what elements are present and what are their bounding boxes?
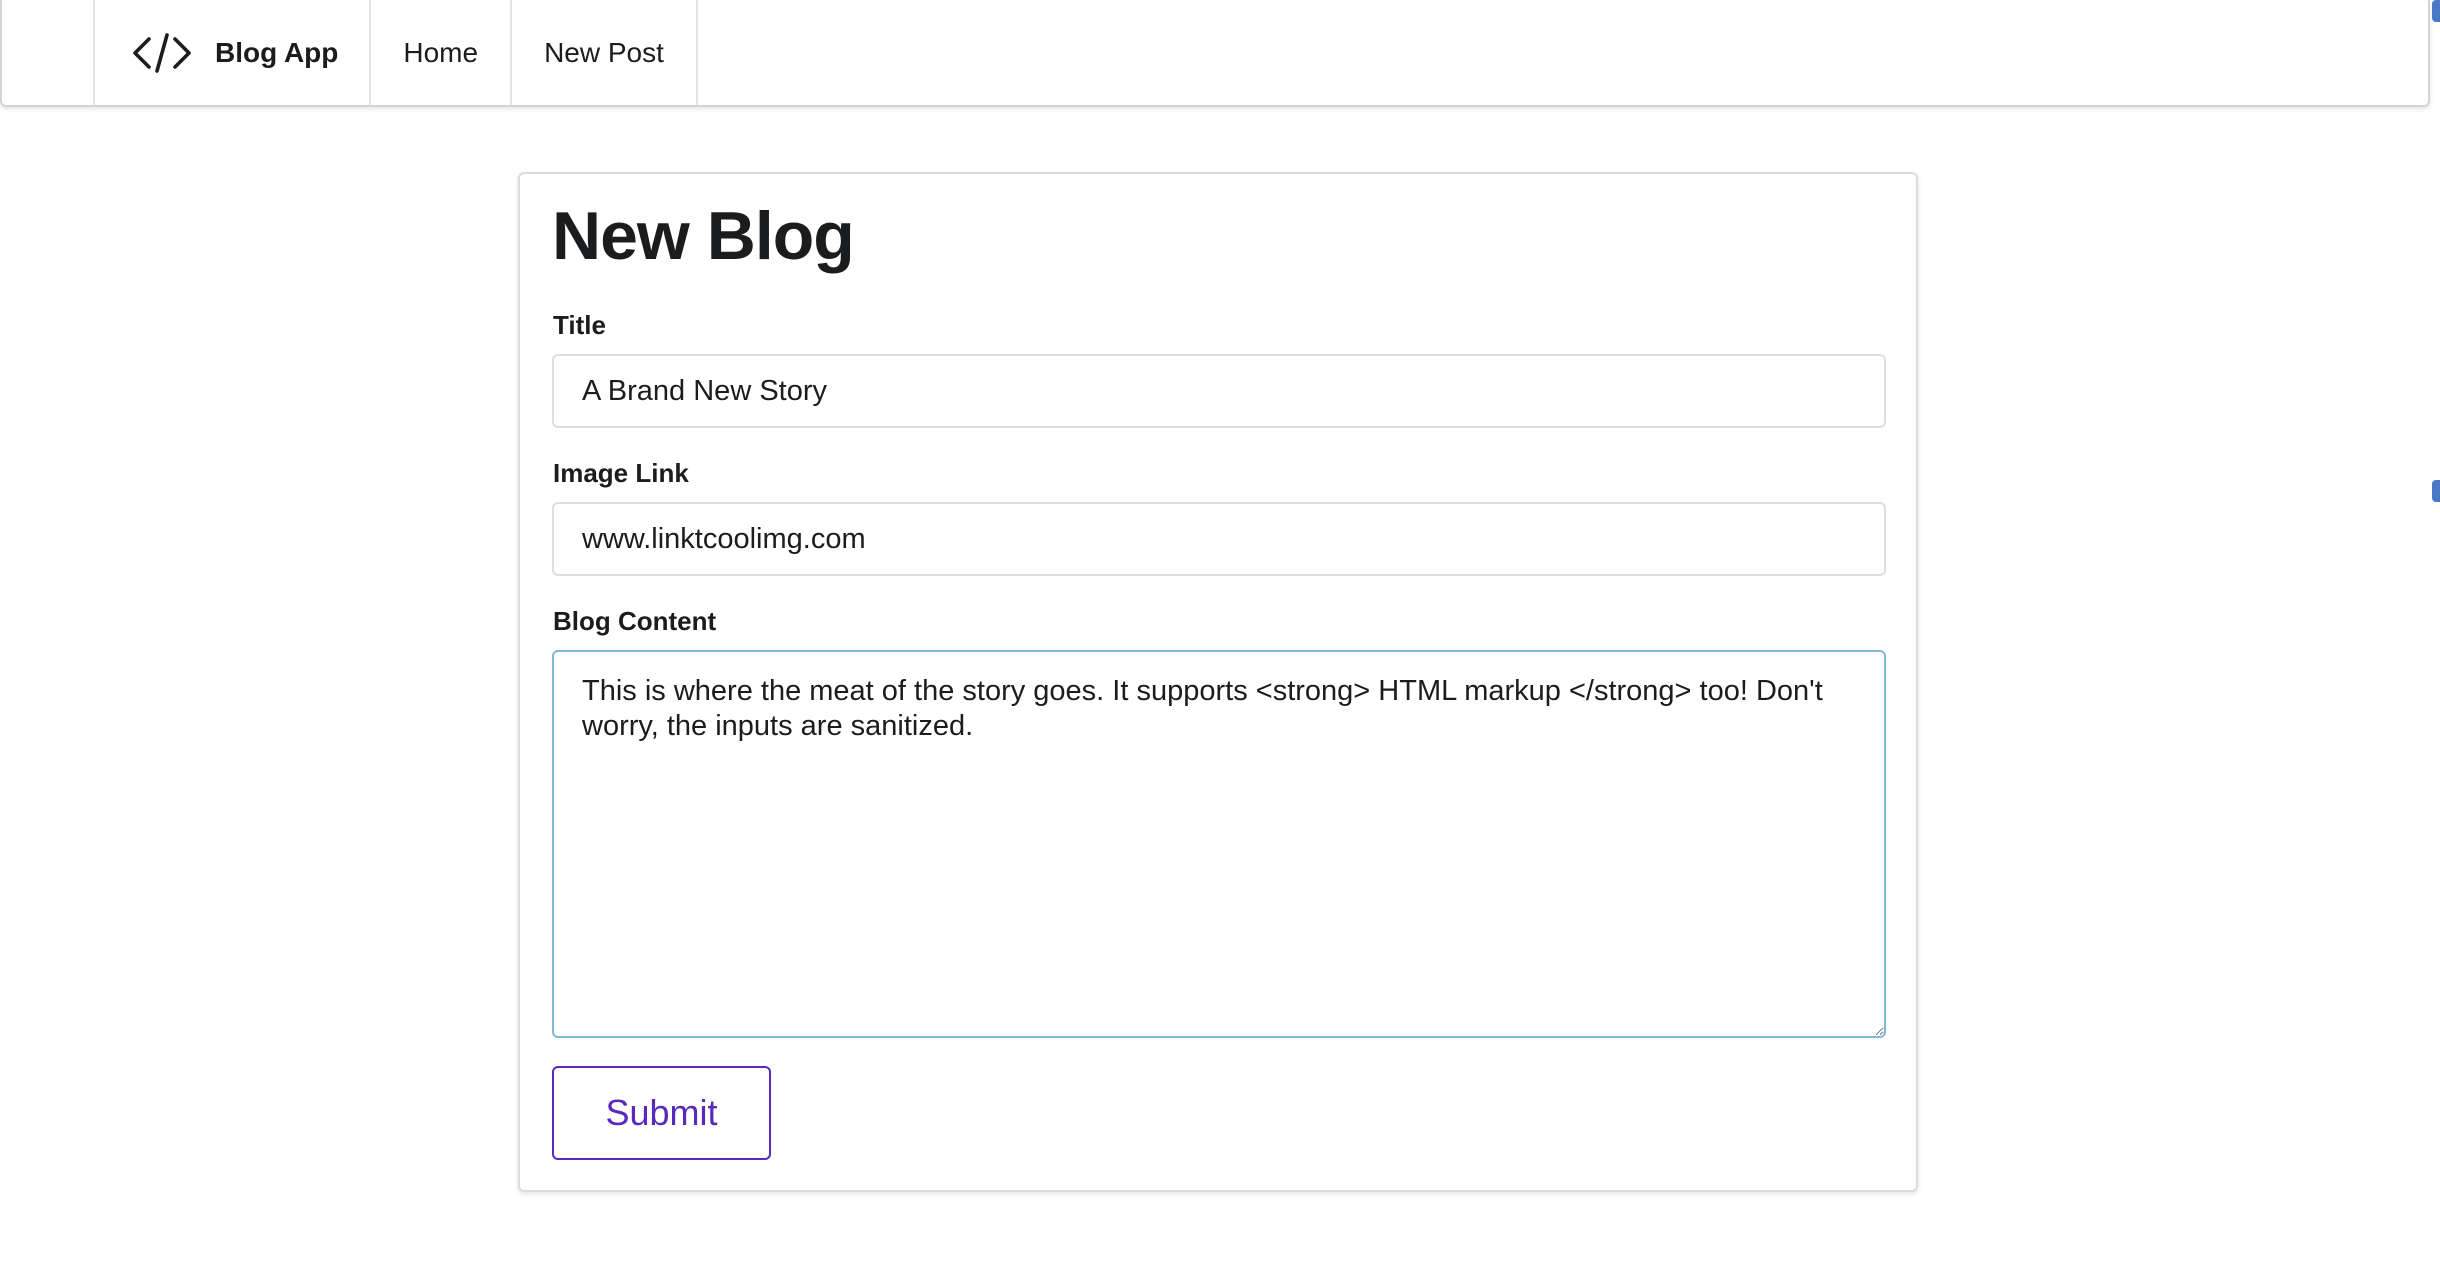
blog-content-textarea[interactable]: This is where the meat of the story goes…	[552, 650, 1886, 1038]
brand-link[interactable]: Blog App	[93, 0, 369, 105]
blog-content-label: Blog Content	[553, 606, 717, 636]
scroll-edge-marker	[2432, 0, 2440, 22]
nav-home-link[interactable]: Home	[369, 0, 510, 105]
nav-new-post-link[interactable]: New Post	[510, 0, 698, 105]
image-link-label: Image Link	[553, 458, 689, 488]
image-link-input[interactable]	[552, 502, 1886, 576]
page-title: New Blog	[552, 198, 855, 274]
title-label: Title	[553, 310, 606, 340]
submit-button[interactable]: Submit	[552, 1066, 771, 1160]
top-navbar: Blog App Home New Post	[0, 0, 2430, 107]
brand-label: Blog App	[215, 36, 339, 68]
title-input[interactable]	[552, 354, 1886, 428]
code-icon	[131, 29, 193, 77]
new-blog-form: New Blog Title Image Link Blog Content T…	[518, 172, 1918, 1192]
scroll-edge-marker	[2432, 480, 2440, 502]
navbar-spacer	[2, 0, 93, 105]
